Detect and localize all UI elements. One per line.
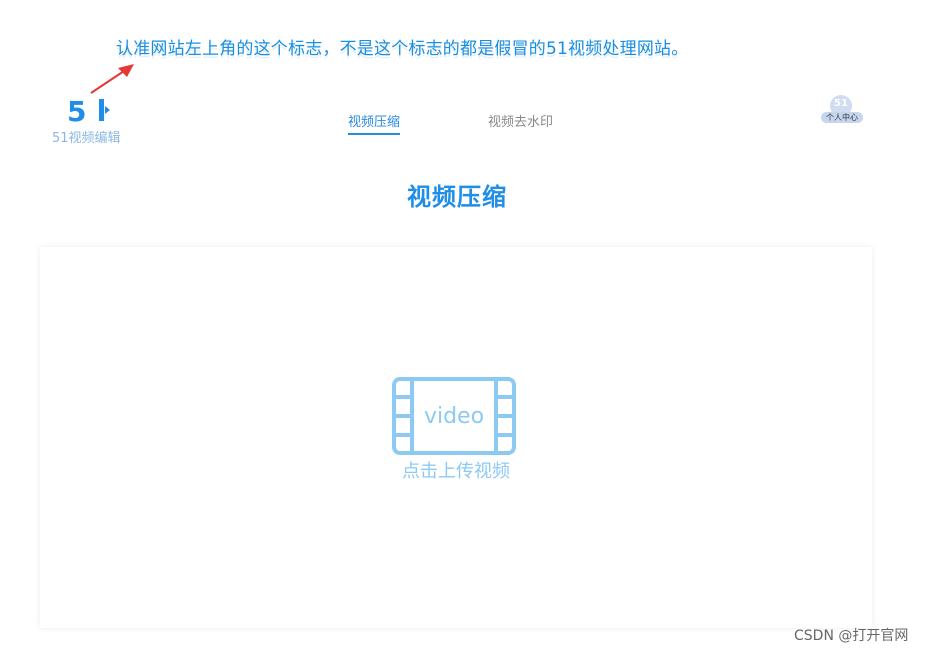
annotation-text: 认准网站左上角的这个标志，不是这个标志的都是假冒的51视频处理网站。 [116, 39, 689, 59]
upload-label: 点击上传视频 [402, 461, 510, 482]
csdn-watermark: CSDN @打开官网 [794, 628, 909, 644]
top-nav: 视频压缩 视频去水印 [0, 111, 944, 141]
user-center-button[interactable]: 51 个人中心 [821, 95, 863, 125]
video-icon-text: video [424, 404, 484, 429]
user-avatar-text: 51 [834, 98, 848, 109]
tab-video-compress[interactable]: 视频压缩 [348, 111, 401, 135]
upload-area[interactable]: video 点击上传视频 [40, 247, 872, 628]
page-title: 视频压缩 [407, 183, 507, 211]
user-center-label: 个人中心 [821, 112, 863, 123]
red-arrow-icon [90, 64, 134, 94]
video-film-icon: video [392, 377, 516, 455]
page: 认准网站左上角的这个标志，不是这个标志的都是假冒的51视频处理网站。 5 51视… [0, 0, 944, 652]
tab-video-watermark-removal[interactable]: 视频去水印 [488, 111, 553, 130]
